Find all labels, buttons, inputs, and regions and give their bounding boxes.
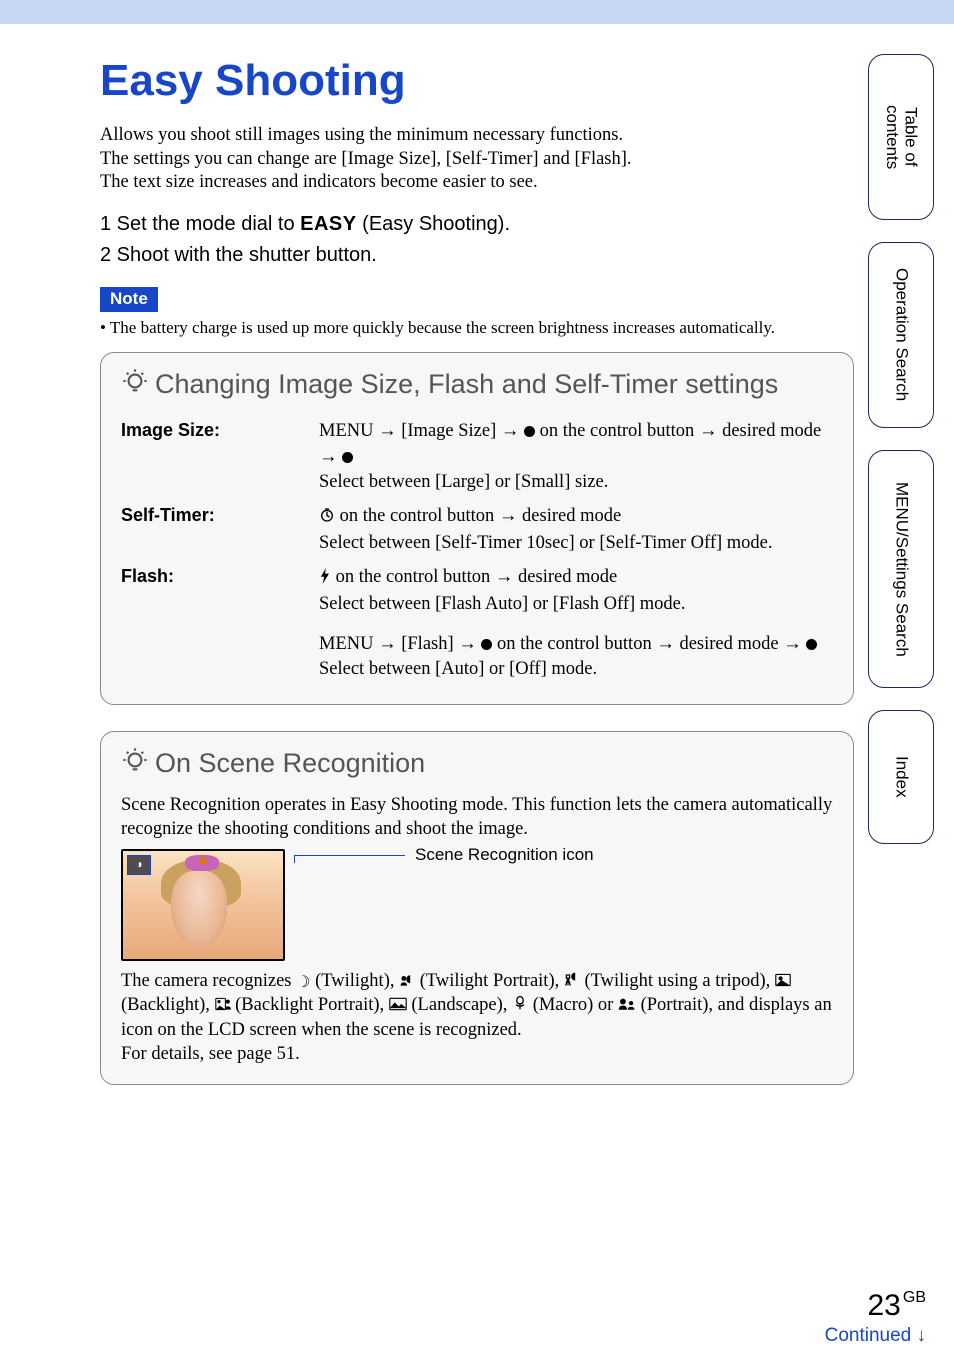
self-timer-icon	[319, 506, 335, 531]
label-flash: Flash:	[121, 560, 319, 686]
text-fragment: (Macro) or	[528, 995, 618, 1015]
text-fragment: on the control button	[535, 421, 699, 441]
row-self-timer: Self-Timer: on the control button → desi…	[121, 499, 833, 560]
arrow-icon: →	[501, 419, 520, 440]
text-fragment: Select between [Large] or [Small] size.	[319, 472, 608, 492]
label-image-size: Image Size:	[121, 414, 319, 499]
tip-bulb-icon	[121, 367, 149, 402]
tip-title-settings: Changing Image Size, Flash and Self-Time…	[121, 367, 833, 402]
text-fragment: Select between [Auto] or [Off] mode.	[319, 659, 597, 679]
backlight-portrait-icon	[215, 998, 231, 1015]
text-fragment: (Backlight Portrait),	[231, 995, 389, 1015]
arrow-icon: →	[499, 504, 518, 525]
center-button-icon	[481, 639, 492, 650]
twilight-portrait-icon	[399, 974, 415, 991]
tip-box-settings: Changing Image Size, Flash and Self-Time…	[100, 352, 854, 705]
steps-list: 1 Set the mode dial to EASY (Easy Shooti…	[100, 209, 854, 271]
text-fragment: on the control button	[335, 506, 499, 526]
flash-icon	[319, 567, 331, 592]
twilight-icon: ☽	[296, 974, 310, 991]
tip-title-text: Changing Image Size, Flash and Self-Time…	[155, 369, 778, 400]
text-fragment: desired mode	[675, 634, 783, 654]
tip-title-text: On Scene Recognition	[155, 748, 425, 779]
step-1-suffix: (Easy Shooting).	[357, 213, 510, 235]
easy-mode-word: EASY	[300, 213, 356, 235]
page-number-value: 23	[868, 1289, 901, 1322]
text-fragment: desired mode	[513, 567, 617, 587]
text-fragment: For details, see page 51.	[121, 1044, 300, 1064]
arrow-icon: →	[378, 632, 397, 653]
center-button-icon	[806, 639, 817, 650]
text-fragment: The camera recognizes	[121, 971, 296, 991]
note-block: Note The battery charge is used up more …	[100, 281, 854, 338]
intro-text: Allows you shoot still images using the …	[100, 124, 854, 195]
step-2: 2 Shoot with the shutter button.	[100, 240, 854, 271]
text-fragment: desired mode	[717, 421, 821, 441]
tip-title-scene: On Scene Recognition	[121, 746, 833, 781]
text-fragment: desired mode	[517, 506, 621, 526]
scene-intro: Scene Recognition operates in Easy Shoot…	[121, 793, 833, 841]
arrow-icon: →	[458, 632, 477, 653]
macro-icon	[512, 998, 528, 1015]
arrow-icon: →	[656, 632, 675, 653]
row-flash: Flash: on the control button → desired m…	[121, 560, 833, 686]
scene-icon-caption: Scene Recognition icon	[415, 845, 594, 865]
text-fragment: (Backlight),	[121, 995, 215, 1015]
scene-recognition-overlay-icon: ◑	[127, 855, 151, 875]
text-fragment: [Flash]	[397, 634, 459, 654]
twilight-tripod-icon	[564, 974, 580, 991]
scene-sample-photo: ◑ ▲	[121, 849, 285, 961]
text-fragment: Select between [Self-Timer 10sec] or [Se…	[319, 533, 773, 553]
step-1: 1 Set the mode dial to EASY (Easy Shooti…	[100, 209, 854, 240]
down-arrow-icon: ↓	[917, 1325, 927, 1346]
tip-bulb-icon	[121, 746, 149, 781]
tip-box-scene: On Scene Recognition Scene Recognition o…	[100, 731, 854, 1086]
value-self-timer: on the control button → desired mode Sel…	[319, 499, 833, 560]
text-fragment: on the control button	[331, 567, 495, 587]
center-button-icon	[524, 426, 535, 437]
text-fragment: (Twilight),	[310, 971, 399, 991]
text-fragment: MENU	[319, 634, 378, 654]
settings-table: Image Size: MENU → [Image Size] → on the…	[121, 414, 833, 686]
top-accent-bar	[0, 0, 954, 24]
step-1-prefix: 1 Set the mode dial to	[100, 213, 300, 235]
text-fragment: (Landscape),	[407, 995, 512, 1015]
arrow-icon: →	[699, 419, 718, 440]
text-fragment: on the control button	[492, 634, 656, 654]
note-text: The battery charge is used up more quick…	[100, 318, 854, 338]
row-image-size: Image Size: MENU → [Image Size] → on the…	[121, 414, 833, 499]
text-fragment: MENU	[319, 421, 378, 441]
value-flash: on the control button → desired mode Sel…	[319, 560, 833, 686]
page-region: GB	[903, 1289, 926, 1306]
arrow-icon: →	[378, 419, 397, 440]
footer: 23GB Continued ↓	[825, 1289, 926, 1347]
value-image-size: MENU → [Image Size] → on the control but…	[319, 414, 833, 499]
page-number: 23GB	[825, 1289, 926, 1323]
text-fragment: [Image Size]	[397, 421, 501, 441]
callout-leader-line	[295, 855, 405, 874]
arrow-icon: →	[495, 565, 514, 586]
scene-description: The camera recognizes ☽ (Twilight), (Twi…	[121, 969, 833, 1067]
photo-face	[171, 871, 227, 947]
page-title: Easy Shooting	[100, 56, 854, 106]
continued-label: Continued	[825, 1325, 917, 1346]
text-fragment: (Twilight using a tripod),	[580, 971, 775, 991]
note-label: Note	[100, 287, 158, 312]
arrow-icon: →	[783, 632, 802, 653]
portrait-icon	[618, 998, 636, 1015]
backlight-icon	[775, 974, 791, 991]
text-fragment: Select between [Flash Auto] or [Flash Of…	[319, 594, 686, 614]
text-fragment: (Twilight Portrait),	[415, 971, 564, 991]
scene-thumb-row: ◑ ▲ Scene Recognition icon	[121, 849, 833, 961]
arrow-icon: →	[319, 445, 338, 466]
warning-overlay-icon: ▲	[195, 851, 211, 869]
landscape-icon	[389, 998, 407, 1015]
continued-indicator: Continued ↓	[825, 1325, 926, 1347]
label-self-timer: Self-Timer:	[121, 499, 319, 560]
center-button-icon	[342, 452, 353, 463]
